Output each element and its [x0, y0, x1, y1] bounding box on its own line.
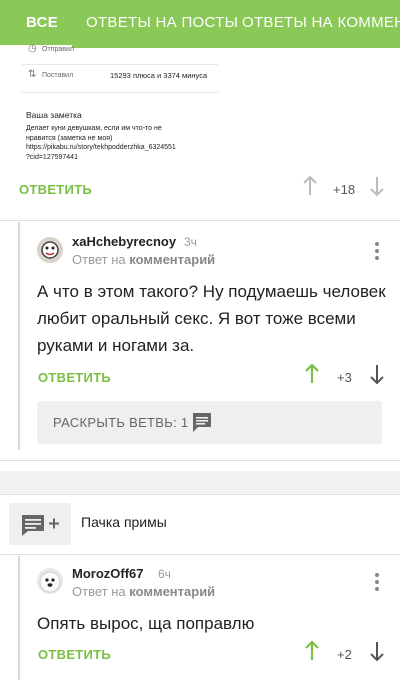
comment-actions: ОТВЕТИТЬ +2: [0, 640, 400, 669]
divider: [0, 554, 400, 555]
expand-thread-button[interactable]: РАСКРЫТЬ ВЕТВЬ: 1: [37, 401, 382, 444]
tab-comment-replies[interactable]: ОТВЕТЫ НА КОММЕНТАРИИ: [242, 0, 400, 48]
avatar[interactable]: [37, 568, 63, 594]
comment-time: 6ч: [158, 567, 171, 581]
comment-score: +2: [337, 647, 352, 662]
comment-icon: [191, 411, 213, 438]
add-comment-button[interactable]: [9, 503, 71, 545]
upvote-button[interactable]: [302, 175, 318, 203]
downvote-button[interactable]: [369, 641, 385, 668]
divider: [0, 460, 400, 461]
reply-button[interactable]: ОТВЕТИТЬ: [38, 370, 111, 385]
reply-button[interactable]: ОТВЕТИТЬ: [19, 182, 92, 197]
reply-to-label[interactable]: Ответ на комментарий: [72, 252, 215, 267]
more-vertical-icon[interactable]: [374, 242, 380, 263]
divider: [0, 220, 400, 221]
username[interactable]: MorozOff67: [72, 566, 144, 581]
note-text: Делает куни девушкам, если им что-то не …: [26, 125, 176, 161]
sort-arrows-icon: ⇅: [28, 69, 37, 80]
downvote-button[interactable]: [369, 364, 385, 391]
comment-text: Опять вырос, ща поправлю: [37, 614, 255, 633]
comment-actions: ОТВЕТИТЬ +18: [0, 175, 400, 204]
comment-score: +3: [337, 370, 352, 385]
note-title: Ваша заметка: [26, 110, 82, 120]
shot-row-votes: ⇅ Поставил 15293 плюса и 3374 минуса: [28, 69, 208, 80]
comment-time: 3ч: [184, 235, 197, 249]
add-comment-icon: [22, 515, 59, 536]
username[interactable]: xaHchebyrecnoy: [72, 234, 176, 249]
downvote-button[interactable]: [369, 176, 385, 203]
reply-to-label[interactable]: Ответ на комментарий: [72, 584, 215, 599]
shot-divider: [22, 64, 218, 65]
post-title[interactable]: Пачка примы: [81, 514, 167, 530]
avatar[interactable]: [37, 237, 63, 263]
shot-divider: [22, 92, 218, 93]
comment-score: +18: [333, 182, 356, 197]
comment-actions: ОТВЕТИТЬ +3: [0, 363, 400, 392]
upvote-button[interactable]: [304, 640, 320, 668]
clock-icon: ◷: [28, 43, 37, 54]
comment-text: А что в этом такого? Ну подумаешь челове…: [37, 282, 386, 355]
expand-thread-label: РАСКРЫТЬ ВЕТВЬ: 1: [53, 415, 189, 430]
arrow-down-icon: [370, 642, 384, 662]
arrow-down-icon: [370, 365, 384, 385]
arrow-up-icon: [305, 640, 319, 660]
divider: [0, 494, 400, 495]
comment-image[interactable]: ◷ Отправил ⇅ Поставил 15293 плюса и 3374…: [22, 43, 218, 166]
shot-row-sent: ◷ Отправил: [28, 43, 74, 54]
reply-button[interactable]: ОТВЕТИТЬ: [38, 647, 111, 662]
arrow-down-icon: [370, 177, 384, 197]
arrow-up-icon: [305, 363, 319, 383]
arrow-up-icon: [303, 175, 317, 195]
thread-line: [18, 222, 20, 450]
more-vertical-icon[interactable]: [374, 573, 380, 594]
section-separator: [0, 471, 400, 495]
upvote-button[interactable]: [304, 363, 320, 391]
